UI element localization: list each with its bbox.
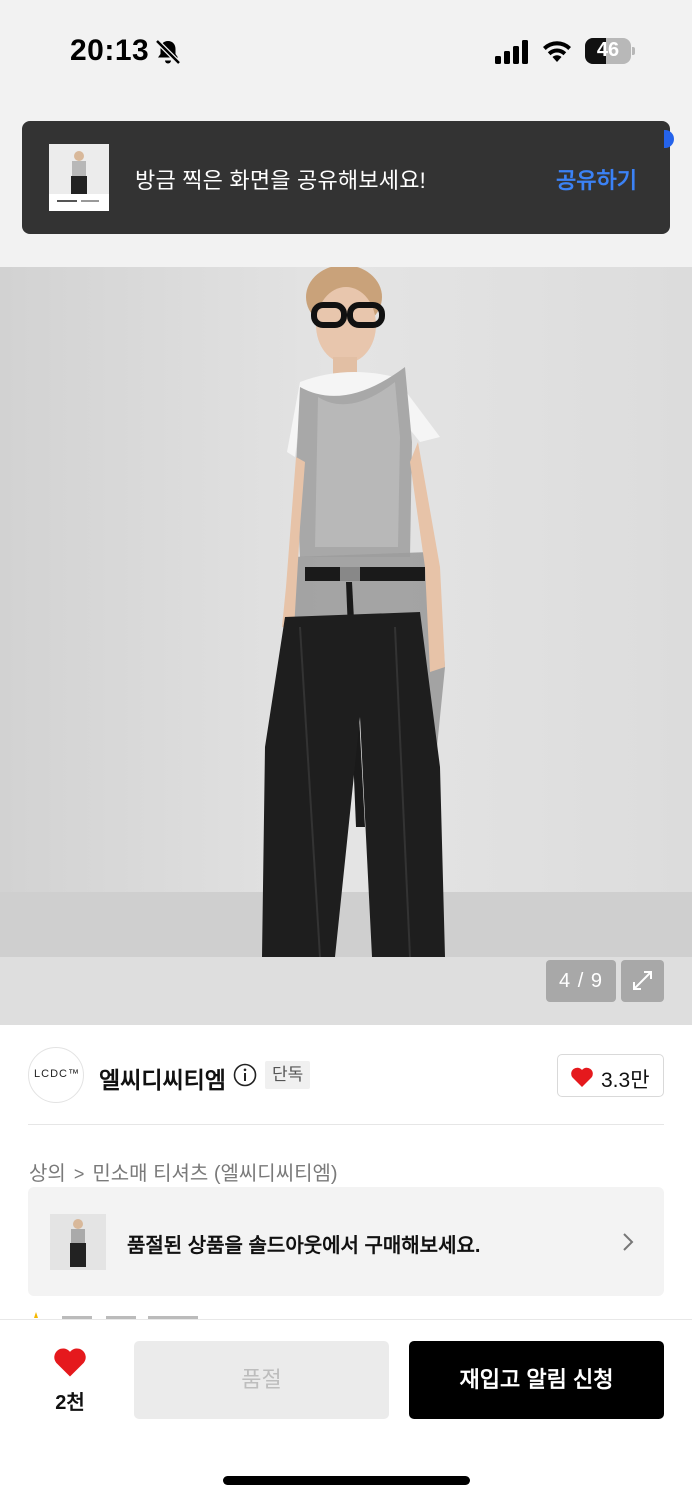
product-photo [0, 267, 692, 1025]
exclusive-badge: 단독 [265, 1061, 311, 1089]
soldout-banner-text: 품절된 상품을 솔드아웃에서 구매해보세요. [127, 1235, 481, 1257]
wishlist-button[interactable]: 2천 [46, 1346, 94, 1416]
heart-icon [571, 1067, 593, 1087]
expand-image-button[interactable] [621, 960, 664, 1002]
brand-like-count: 3.3만 [601, 1069, 650, 1092]
restock-alert-button[interactable]: 재입고 알림 신청 [409, 1341, 664, 1419]
screenshot-thumbnail[interactable] [49, 144, 109, 211]
cellular-signal-icon [495, 40, 528, 64]
product-image[interactable] [0, 267, 692, 1025]
brand-name[interactable]: 엘씨디씨티엠 [99, 1061, 226, 1095]
chevron-right-icon: > [73, 1164, 85, 1184]
bell-slash-icon [155, 39, 181, 65]
wishlist-count: 2천 [55, 1392, 85, 1414]
breadcrumb-category[interactable]: 상의 [29, 1163, 66, 1185]
wifi-icon [543, 41, 571, 62]
status-time: 20:13 [70, 34, 150, 67]
expand-arrows-icon [633, 971, 652, 990]
home-indicator[interactable] [223, 1476, 470, 1485]
battery-icon: 46 [585, 38, 635, 64]
divider [28, 1124, 664, 1125]
breadcrumb: 상의 > 민소매 티셔츠 (엘씨디씨티엠) [29, 1157, 338, 1186]
image-counter: 4 / 9 [546, 960, 616, 1002]
info-icon[interactable] [233, 1063, 257, 1087]
share-button[interactable]: 공유하기 [556, 163, 637, 195]
soldout-banner[interactable]: 품절된 상품을 솔드아웃에서 구매해보세요. [28, 1187, 664, 1296]
brand-like-button[interactable]: 3.3만 [557, 1054, 664, 1097]
battery-level: 46 [596, 39, 620, 61]
toast-message: 방금 찍은 화면을 공유해보세요! [135, 168, 426, 193]
brand-logo-text: LCDC™ [34, 1068, 80, 1080]
screenshot-share-toast: 방금 찍은 화면을 공유해보세요! 공유하기 [22, 121, 670, 234]
breadcrumb-subcategory[interactable]: 민소매 티셔츠 (엘씨디씨티엠) [92, 1163, 337, 1185]
product-detail-page: 20:13 46 방금 찍은 화면을 공유해보세요! 공유하기 4 / 9 LC… [0, 0, 692, 1500]
status-bar: 20:13 46 [0, 0, 692, 105]
heart-icon [54, 1348, 86, 1377]
soldout-button: 품절 [134, 1341, 389, 1419]
chevron-right-icon [623, 1233, 634, 1251]
soldout-product-thumbnail [50, 1214, 106, 1270]
brand-logo[interactable]: LCDC™ [28, 1047, 84, 1103]
